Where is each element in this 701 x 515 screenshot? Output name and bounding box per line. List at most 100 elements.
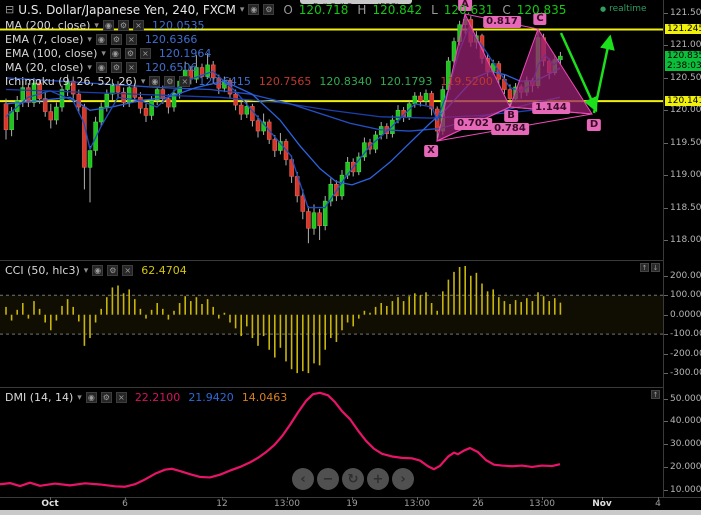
chevron-down-icon[interactable]: ▾ — [94, 21, 99, 31]
indicator-legend-ma20[interactable]: MA (20, close) ▾ ◉ ⚙ × 120.6506 — [5, 61, 197, 74]
symbol-title[interactable]: U.S. Dollar/Japanese Yen, 240, FXCM — [18, 3, 236, 17]
pane-move-up-button[interactable]: ↑ — [640, 263, 649, 272]
visibility-toggle-icon[interactable]: ◉ — [102, 20, 114, 31]
fib-ratio-label: 1.144 — [532, 102, 570, 114]
chevron-down-icon[interactable]: ▾ — [101, 49, 106, 59]
settings-icon[interactable]: ⚙ — [263, 4, 275, 15]
candlestick — [423, 93, 429, 102]
remove-icon[interactable]: × — [179, 76, 191, 87]
settings-icon[interactable]: ⚙ — [100, 392, 112, 403]
zoom-in-button[interactable]: + — [367, 468, 389, 490]
realtime-status: ● realtime — [600, 4, 647, 14]
fib-ratio-label: 0.702 — [454, 118, 492, 130]
visibility-toggle-icon[interactable]: ◉ — [149, 76, 161, 87]
bar-countdown-flag: 2:38:03 — [665, 61, 701, 72]
pane-move-down-button[interactable]: ↓ — [651, 263, 660, 272]
candlestick — [255, 120, 261, 132]
settings-icon[interactable]: ⚙ — [110, 34, 122, 45]
indicator-value: 120.7565 — [258, 75, 312, 88]
chevron-down-icon[interactable]: ▾ — [87, 63, 92, 73]
indicator-value: 22.2100 — [134, 391, 181, 404]
dmi-tick-label: 50.0000 — [664, 394, 701, 404]
price-tick-label: 121.5000 — [664, 8, 701, 18]
cci-tick-label: -200.0000 — [664, 349, 701, 359]
remove-icon[interactable]: × — [139, 48, 151, 59]
chevron-down-icon[interactable]: ▾ — [87, 35, 92, 45]
symbol-title-row[interactable]: ⊟ U.S. Dollar/Japanese Yen, 240, FXCM ▾ … — [5, 2, 566, 17]
indicator-legend-dmi[interactable]: DMI (14, 14) ▾ ◉ ⚙ × 22.2100 21.9420 14.… — [5, 391, 287, 404]
candlestick — [412, 95, 418, 105]
price-tick-label: 121.0000 — [664, 40, 701, 50]
last-price-flag: 120.8350 — [665, 51, 701, 62]
collapse-pane-icon[interactable]: ⊟ — [5, 3, 14, 16]
remove-icon[interactable]: × — [132, 20, 144, 31]
settings-icon[interactable]: ⚙ — [164, 76, 176, 87]
candlestick — [143, 108, 149, 116]
pan-right-button[interactable]: › — [392, 468, 414, 490]
time-axis-label: 12 — [216, 499, 228, 509]
candlestick — [238, 104, 244, 115]
open-value: 120.718 — [298, 2, 349, 17]
indicator-value: 120.1793 — [379, 75, 433, 88]
settings-icon[interactable]: ⚙ — [124, 48, 136, 59]
candlestick — [418, 95, 423, 102]
indicator-value: 120.8340 — [319, 75, 372, 88]
visibility-toggle-icon[interactable]: ◉ — [85, 392, 97, 403]
candlestick — [9, 111, 14, 130]
candlestick — [317, 212, 322, 226]
visibility-toggle-icon[interactable]: ◉ — [109, 48, 121, 59]
realtime-dot-icon: ● — [600, 5, 607, 13]
indicator-legend-ema7[interactable]: EMA (7, close) ▾ ◉ ⚙ × 120.6366 — [5, 33, 197, 46]
indicator-legend-cci[interactable]: CCI (50, hlc3) ▾ ◉ ⚙ × 62.4704 — [5, 264, 187, 277]
chevron-down-icon[interactable]: ▾ — [84, 266, 89, 276]
cci-pane[interactable]: CCI (50, hlc3) ▾ ◉ ⚙ × 62.4704 ↑ ↓ — [0, 261, 663, 387]
candlestick — [76, 93, 82, 108]
indicator-legend-ma200[interactable]: MA (200, close) ▾ ◉ ⚙ × 120.0535 — [5, 19, 204, 32]
price-pane[interactable]: ⊟ U.S. Dollar/Japanese Yen, 240, FXCM ▾ … — [0, 0, 663, 260]
time-axis[interactable]: Oct 6 12 13:00 19 13:00 26 13:00 Nov 4 — [0, 497, 701, 510]
trading-chart-app: ⊟ U.S. Dollar/Japanese Yen, 240, FXCM ▾ … — [0, 0, 701, 515]
candlestick — [149, 100, 154, 116]
visibility-toggle-icon[interactable]: ◉ — [248, 4, 260, 15]
dmi-tick-label: 40.0000 — [664, 416, 701, 426]
settings-icon[interactable]: ⚙ — [110, 62, 122, 73]
visibility-toggle-icon[interactable]: ◉ — [95, 34, 107, 45]
remove-icon[interactable]: × — [125, 34, 137, 45]
reset-chart-button[interactable]: ↻ — [342, 468, 364, 490]
indicator-legend-ema100[interactable]: EMA (100, close) ▾ ◉ ⚙ × 120.1964 — [5, 47, 211, 60]
pane-move-up-button[interactable]: ↑ — [651, 390, 660, 399]
zoom-out-button[interactable]: − — [317, 468, 339, 490]
cci-tick-label: 0.0000 — [664, 310, 701, 320]
time-axis-tick — [352, 497, 353, 500]
price-tick-label: 120.0000 — [664, 105, 701, 115]
indicator-value: 120.6506 — [144, 61, 198, 74]
cci-tick-label: -100.0000 — [664, 329, 701, 339]
open-label: O — [283, 2, 293, 17]
candlestick — [378, 126, 384, 136]
remove-icon[interactable]: × — [125, 62, 137, 73]
chevron-down-icon[interactable]: ▾ — [240, 5, 245, 15]
pattern-point-label: X — [424, 145, 438, 157]
time-axis-tick — [222, 497, 223, 500]
indicator-value: 120.1964 — [158, 47, 212, 60]
visibility-toggle-icon[interactable]: ◉ — [95, 62, 107, 73]
indicator-legend-ichimoku[interactable]: Ichimoku (9, 26, 52, 26) ▾ ◉ ⚙ × 120.641… — [5, 75, 493, 88]
candlestick — [48, 111, 54, 121]
remove-icon[interactable]: × — [122, 265, 134, 276]
settings-icon[interactable]: ⚙ — [107, 265, 119, 276]
remove-icon[interactable]: × — [115, 392, 127, 403]
time-axis-label: 13:00 — [529, 499, 555, 509]
cci-tick-label: -300.0000 — [664, 368, 701, 378]
settings-icon[interactable]: ⚙ — [117, 20, 129, 31]
pan-left-button[interactable]: ‹ — [292, 468, 314, 490]
price-axis[interactable]: 121.5000 121.0000 120.5000 120.0000 119.5000… — [663, 0, 701, 497]
chevron-down-icon[interactable]: ▾ — [77, 393, 82, 403]
price-tick-label: 119.0000 — [664, 170, 701, 180]
indicator-value: 120.6366 — [144, 33, 198, 46]
dmi-tick-label: 30.0000 — [664, 439, 701, 449]
candlestick — [244, 106, 250, 115]
time-axis-tick — [478, 497, 479, 500]
indicator-value: 21.9420 — [188, 391, 234, 404]
visibility-toggle-icon[interactable]: ◉ — [92, 265, 104, 276]
chevron-down-icon[interactable]: ▾ — [141, 77, 146, 87]
